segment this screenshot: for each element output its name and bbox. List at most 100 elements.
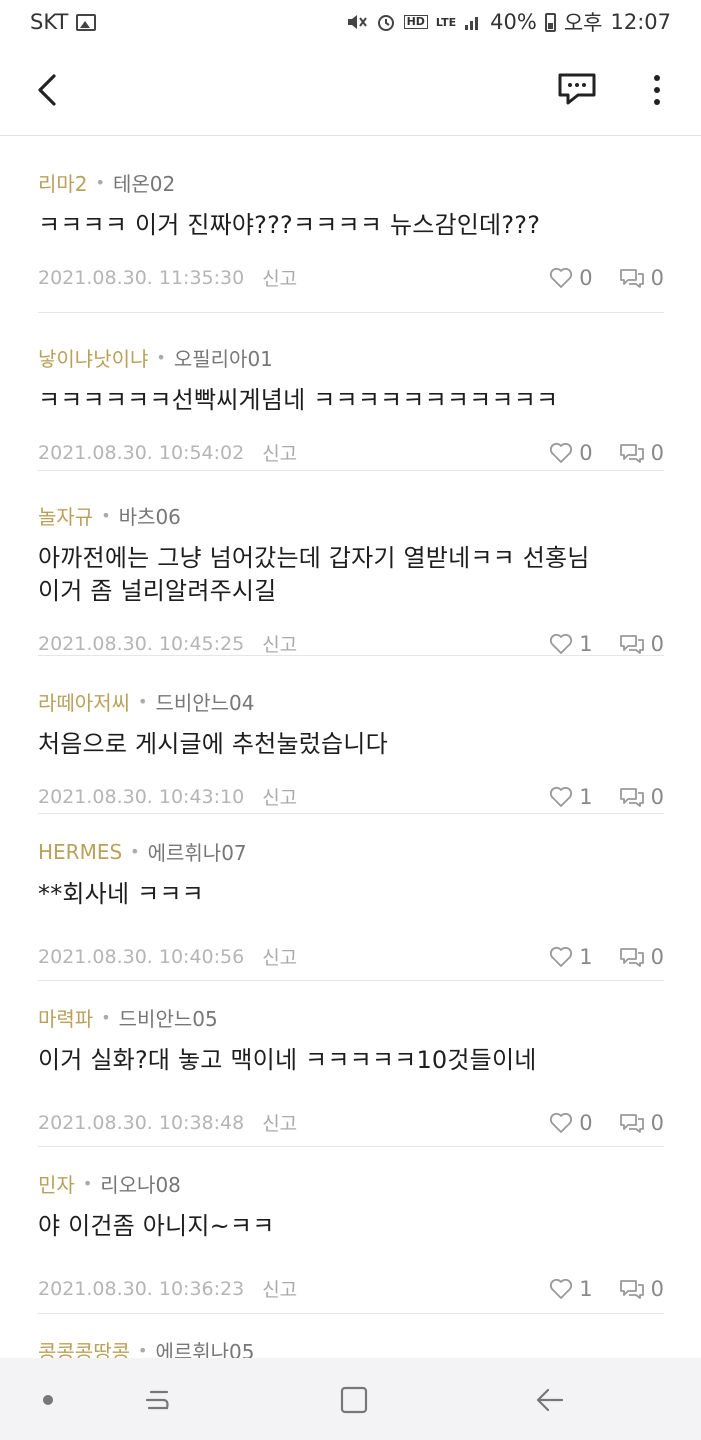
reply-count: 0 [650,784,664,809]
like-count: 1 [579,784,593,809]
reply-icon [619,1113,644,1133]
comment-footer: 2021.08.30. 10:36:23 신고 1 0 [38,1275,664,1302]
reply-icon [619,268,644,288]
comment-item: 리마2 • 테온02 ㅋㅋㅋㅋ 이거 진짜야???ㅋㅋㅋㅋ 뉴스감인데??? 2… [38,137,664,313]
comment-footer: 2021.08.30. 10:43:10 신고 1 0 [38,783,664,810]
like-button[interactable]: 0 [549,441,593,465]
heart-icon [550,633,573,654]
author-level: 리오나08 [100,1173,181,1197]
comment-footer: 2021.08.30. 10:45:25 신고 1 0 [38,630,664,657]
comment-author[interactable]: 리마2 [38,168,88,197]
comment-stats: 1 0 [549,945,664,969]
comment-author[interactable]: 낳이냐낫이냐 [38,343,148,372]
like-button[interactable]: 1 [549,1277,593,1301]
comment-meta: 마력파 • 드비안느05 [38,1003,664,1032]
comment-stats: 0 0 [549,441,664,465]
reply-button[interactable]: 0 [619,266,664,290]
comment-author[interactable]: 민자 [38,1169,75,1198]
comment-item: 민자 • 리오나08 야 이건좀 아니지~ㅋㅋ 2021.08.30. 10:3… [38,1147,664,1314]
like-button[interactable]: 1 [549,945,593,969]
hd-voice-icon: HD [403,15,428,29]
meta-separator: • [82,1174,93,1193]
like-button[interactable]: 1 [549,632,593,656]
system-nav-bar [0,1358,701,1440]
author-level: 테온02 [112,172,176,196]
like-button[interactable]: 0 [549,265,593,290]
comment-text: ㅋㅋㅋㅋㅋㅋ선빡씨게념네 ㅋㅋㅋㅋㅋㅋㅋㅋㅋㅋㅋ [38,386,559,414]
reply-button[interactable]: 0 [619,785,664,809]
reply-button[interactable]: 0 [619,1111,664,1135]
home-icon [340,1386,368,1414]
comment-item: 낳이냐낫이냐 • 오필리아01 ㅋㅋㅋㅋㅋㅋ선빡씨게념네 ㅋㅋㅋㅋㅋㅋㅋㅋㅋㅋㅋ… [38,313,664,471]
app-header [0,44,701,136]
home-button[interactable] [332,1378,376,1422]
comment-list: 리마2 • 테온02 ㅋㅋㅋㅋ 이거 진짜야???ㅋㅋㅋㅋ 뉴스감인데??? 2… [38,137,664,1374]
reply-button[interactable]: 0 [619,632,664,656]
reply-count: 0 [650,1110,664,1135]
report-button[interactable]: 신고 [262,1109,297,1136]
comment-text: **회사네 ㅋㅋㅋ [38,880,204,908]
comment-footer: 2021.08.30. 10:38:48 신고 0 0 [38,1109,664,1136]
author-level: 바츠06 [118,505,181,529]
recent-apps-button[interactable] [136,1378,180,1422]
battery-percent: 40% [490,10,537,34]
more-vertical-icon [654,75,660,105]
clock: 12:07 [610,10,671,34]
reply-count: 0 [650,631,664,656]
author-level: 에르휘나07 [147,841,247,865]
comment-date: 2021.08.30. 10:54:02 [38,441,245,464]
report-button[interactable]: 신고 [262,783,297,810]
reply-button[interactable]: 0 [619,945,664,969]
report-button[interactable]: 신고 [262,439,297,466]
comment-date: 2021.08.30. 10:45:25 [38,632,245,655]
comment-author[interactable]: 마력파 [38,1003,93,1032]
reply-count: 0 [650,440,664,465]
mute-icon [346,12,368,32]
comment-menu-button[interactable] [556,69,598,109]
alarm-icon [376,12,396,32]
heart-icon [550,1112,573,1133]
like-button[interactable]: 0 [549,1111,593,1135]
back-icon [38,74,56,106]
gallery-notification-icon [76,13,97,31]
meta-separator: • [156,348,166,367]
reply-button[interactable]: 0 [619,441,664,465]
comment-meta: 리마2 • 테온02 [38,168,664,197]
comment-date: 2021.08.30. 10:38:48 [38,1111,245,1134]
comment-stats: 1 0 [549,785,664,809]
reply-button[interactable]: 0 [619,1277,664,1301]
comment-author[interactable]: 놀자규 [38,501,93,530]
reply-icon [619,787,644,807]
comment-stats: 0 0 [549,1111,664,1135]
author-level: 드비안느04 [155,691,255,715]
lte-icon: LTE [435,15,457,29]
reply-count: 0 [650,265,664,290]
report-button[interactable]: 신고 [262,1275,297,1302]
nav-back-button[interactable] [528,1378,572,1422]
comment-menu-icon [558,73,596,105]
comment-date: 2021.08.30. 10:36:23 [38,1277,245,1300]
more-button[interactable] [642,68,672,112]
report-button[interactable]: 신고 [262,943,297,970]
back-button[interactable] [30,68,70,112]
comment-author[interactable]: HERMES [38,840,122,864]
nav-back-icon [536,1388,564,1412]
comment-date: 2021.08.30. 11:35:30 [38,266,245,289]
comment-author[interactable]: 라떼아저씨 [38,687,130,716]
status-left: SKT [30,10,97,34]
dot-icon [43,1395,53,1405]
report-button[interactable]: 신고 [262,630,297,657]
comment-date: 2021.08.30. 10:40:56 [38,945,245,968]
heart-icon [550,946,573,967]
comment-text: 야 이건좀 아니지~ㅋㅋ [38,1212,275,1240]
comment-stats: 0 0 [549,266,664,290]
meta-separator: • [95,173,105,192]
nav-dot-button[interactable] [26,1378,70,1422]
like-count: 0 [579,265,593,290]
comment-text: ㅋㅋㅋㅋ 이거 진짜야???ㅋㅋㅋㅋ 뉴스감인데??? [38,211,541,239]
status-right: HD LTE 40% 오후 12:07 [346,7,671,37]
reply-count: 0 [650,944,664,969]
report-button[interactable]: 신고 [262,264,297,291]
battery-icon [544,12,556,32]
like-button[interactable]: 1 [549,784,593,809]
